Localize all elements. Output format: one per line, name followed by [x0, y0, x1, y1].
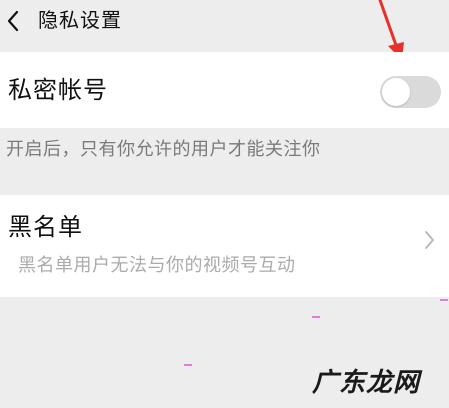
- back-button[interactable]: [0, 0, 34, 42]
- private-account-toggle[interactable]: [380, 76, 441, 108]
- blacklist-row[interactable]: 黑名单 黑名单用户无法与你的视频号互动: [0, 195, 449, 297]
- page-title: 隐私设置: [38, 8, 122, 32]
- chevron-left-icon: [7, 10, 19, 32]
- blacklist-label: 黑名单: [8, 213, 83, 241]
- privacy-settings-screen: 隐私设置 私密帐号 开启后，只有你允许的用户才能关注你 黑名单 黑名单用户无法与…: [0, 0, 449, 408]
- pink-speck: [312, 316, 320, 318]
- private-account-label: 私密帐号: [8, 76, 108, 104]
- pink-speck: [184, 364, 192, 366]
- pink-speck: [440, 299, 448, 301]
- chevron-right-icon: [425, 231, 434, 249]
- toggle-knob: [382, 78, 410, 106]
- private-account-row: 私密帐号: [0, 52, 449, 128]
- watermark-logo: 广东龙网: [312, 368, 421, 398]
- private-account-hint: 开启后，只有你允许的用户才能关注你: [6, 139, 321, 160]
- blacklist-description: 黑名单用户无法与你的视频号互动: [18, 255, 296, 276]
